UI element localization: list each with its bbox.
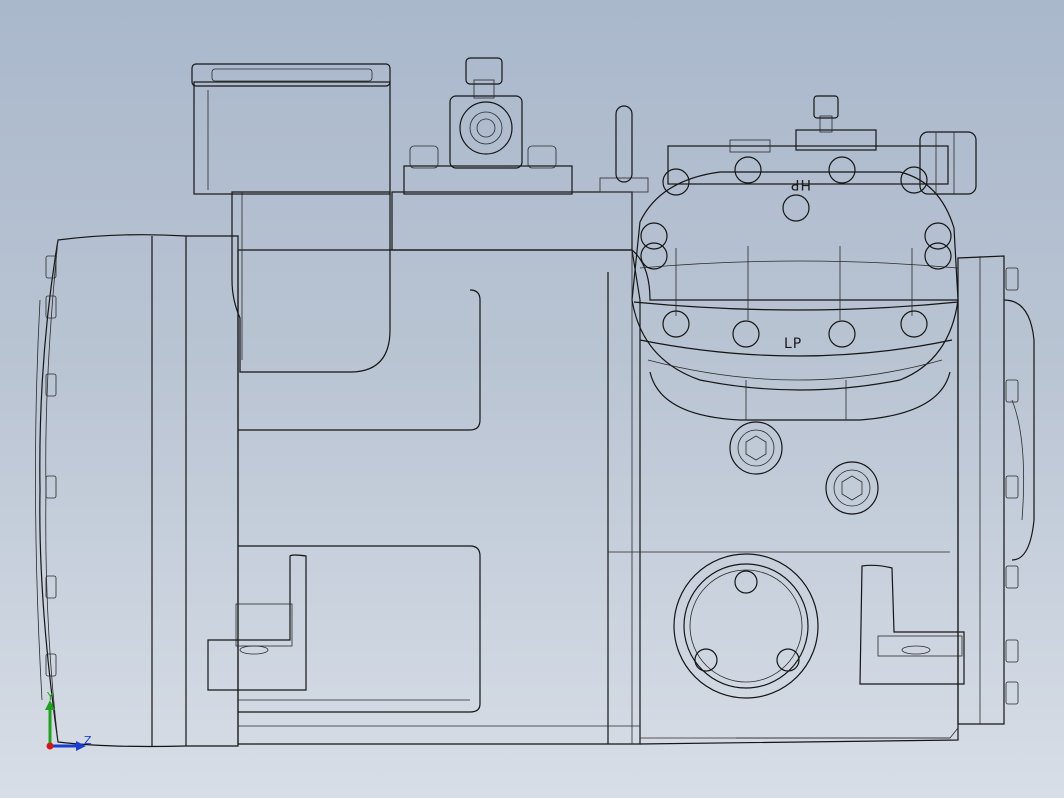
hp-embossed-label: HP <box>790 176 811 192</box>
axis-triad[interactable]: Y Z <box>45 690 92 751</box>
cylinder-head <box>631 171 959 421</box>
compressor-model: HP LP Y Z <box>35 57 1035 751</box>
z-axis-label: Z <box>84 734 92 747</box>
y-axis-label: Y <box>46 690 54 703</box>
mounting-feet <box>207 554 965 691</box>
origin-dot <box>46 742 54 750</box>
service-ports <box>729 421 879 515</box>
oil-sight-cover <box>673 553 819 699</box>
terminal-box <box>191 63 391 373</box>
pump-end-flange <box>957 255 1035 725</box>
suction-valve-block <box>391 57 649 251</box>
lp-embossed-label: LP <box>784 336 802 352</box>
cad-viewport[interactable]: HP LP Y Z <box>0 0 1064 798</box>
discharge-manifold <box>667 95 977 195</box>
